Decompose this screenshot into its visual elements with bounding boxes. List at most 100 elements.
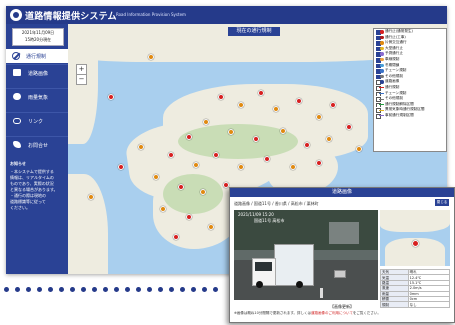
legend-label: 通行規制解除区間 xyxy=(385,101,414,106)
map-legend: 通行止(通常発生) 通行止(工事) 片側交互通行 大型通行止 予測通行止 車線規制 冬期閉鎖… xyxy=(373,28,447,152)
popup-footnote: ※画像は概ね10分間隔で更新されます。詳しくは道路画像のご利用についてをご覧くだ… xyxy=(234,311,450,316)
map-marker[interactable] xyxy=(138,144,144,150)
legend-line-swatch xyxy=(379,104,384,106)
divider-dot xyxy=(147,287,152,292)
sidebar-item-contact[interactable]: お問合せ xyxy=(6,136,68,153)
divider-dot xyxy=(4,287,9,292)
divider-dot xyxy=(180,287,185,292)
camera-marker[interactable] xyxy=(412,240,419,247)
divider-dot xyxy=(202,287,207,292)
logo-icon xyxy=(10,9,22,21)
legend-item[interactable]: 事前通行規制区間 xyxy=(374,113,446,119)
map-marker[interactable] xyxy=(258,90,264,96)
weather-icon xyxy=(13,93,21,100)
map-marker[interactable] xyxy=(186,214,192,220)
date-line-2: 15時20分現在 xyxy=(24,37,52,42)
lane-marking xyxy=(320,288,323,298)
map-marker[interactable] xyxy=(316,160,322,166)
legend-label: その他規制 xyxy=(385,96,403,101)
road-image-icon xyxy=(13,69,21,76)
notice-line: ください。 xyxy=(10,205,30,210)
legend-line-swatch xyxy=(379,109,384,111)
map-marker[interactable] xyxy=(228,129,234,135)
truck-cargo xyxy=(274,244,314,286)
weather-data-table: 天気 晴れ 気温 12.4℃ 路温 15.1℃ 風速 2.0m/s 雨量 0mm 積雪 0c… xyxy=(380,268,451,308)
divider-dot xyxy=(125,287,130,292)
legend-label: 予測通行止 xyxy=(385,51,403,56)
map-marker[interactable] xyxy=(356,146,362,152)
map-marker[interactable] xyxy=(153,174,159,180)
map-marker[interactable] xyxy=(238,102,244,108)
sidebar-item-weather[interactable]: 雨量気象 xyxy=(6,88,68,105)
legend-marker-swatch xyxy=(380,30,384,34)
map-marker[interactable] xyxy=(326,136,332,142)
map-marker[interactable] xyxy=(264,156,270,162)
footnote-text: をご覧ください。 xyxy=(352,311,381,315)
map-marker[interactable] xyxy=(118,164,124,170)
map-marker[interactable] xyxy=(316,114,322,120)
legend-marker-swatch xyxy=(380,46,384,51)
legend-label: チェーン規制 xyxy=(385,90,407,95)
map-marker[interactable] xyxy=(296,98,302,104)
map-marker[interactable] xyxy=(208,224,214,230)
camera-image: 2021/11/09 15:20 国道11号 高松市 xyxy=(234,210,378,300)
sidebar-item-road-image[interactable]: 道路画像 xyxy=(6,64,68,81)
legend-label: チェーン規制 xyxy=(385,68,407,73)
map-marker[interactable] xyxy=(178,184,184,190)
image-caption: 【画像更新】 xyxy=(330,304,354,309)
divider-dot xyxy=(191,287,196,292)
camera-location: 国道11号 高松市 xyxy=(254,218,285,223)
building xyxy=(329,222,359,244)
map-marker[interactable] xyxy=(88,194,94,200)
truck-wheel xyxy=(256,281,263,288)
sidebar-item-label: 雨量気象 xyxy=(28,95,49,101)
divider-dot xyxy=(136,287,141,292)
legend-label: 通行規制 xyxy=(385,84,400,89)
legend-line-swatch xyxy=(379,98,384,100)
map-marker[interactable] xyxy=(218,94,224,100)
close-button[interactable]: 閉じる xyxy=(435,199,449,206)
divider-dot xyxy=(48,287,53,292)
popup-title: 道路画像 xyxy=(230,188,454,197)
map-marker[interactable] xyxy=(213,152,219,158)
map-marker[interactable] xyxy=(346,124,352,130)
zoom-out-button[interactable]: − xyxy=(76,74,87,85)
map-marker[interactable] xyxy=(330,102,336,108)
map-marker[interactable] xyxy=(203,119,209,125)
map-marker[interactable] xyxy=(238,164,244,170)
popup-minimap[interactable] xyxy=(380,210,450,266)
map-marker[interactable] xyxy=(304,142,310,148)
map-marker[interactable] xyxy=(273,106,279,112)
sidebar-item-label: リンク xyxy=(28,119,44,125)
app-header: 道路情報提供システム Road Information Provision Sy… xyxy=(6,6,447,24)
map-marker[interactable] xyxy=(168,152,174,158)
map-marker[interactable] xyxy=(253,136,259,142)
map-marker[interactable] xyxy=(148,54,154,60)
footnote-link[interactable]: 道路画像のご利用について xyxy=(311,311,353,315)
divider-dot xyxy=(81,287,86,292)
legend-marker-swatch xyxy=(380,63,384,68)
map-marker[interactable] xyxy=(186,134,192,140)
divider-dot xyxy=(103,287,108,292)
legend-label: 通行止(工事) xyxy=(385,34,406,39)
map-marker[interactable] xyxy=(108,94,114,100)
map-marker[interactable] xyxy=(290,164,296,170)
map-marker[interactable] xyxy=(173,234,179,240)
legend-marker-swatch xyxy=(380,35,384,40)
road-image-popup: 道路画像 道路画像 / 国道11号 / 香川県 / 高松市 / 栗林町 閉じる … xyxy=(229,187,455,323)
sidebar-item-traffic-restriction[interactable]: 通行規制 xyxy=(6,49,68,63)
sidebar: 2021年11月09日 15時20分現在 通行規制 道路画像 雨量気象 リンク … xyxy=(6,24,68,274)
divider-dot xyxy=(213,287,218,292)
date-line-1: 2021年11月09日 xyxy=(21,30,55,35)
legend-marker-swatch xyxy=(380,80,384,84)
map-marker[interactable] xyxy=(160,206,166,212)
sidebar-item-link[interactable]: リンク xyxy=(6,112,68,129)
app-title: 道路情報提供システム xyxy=(25,12,117,22)
map-marker[interactable] xyxy=(200,189,206,195)
prohibit-icon xyxy=(12,52,20,60)
link-icon xyxy=(13,118,21,124)
map-marker[interactable] xyxy=(193,162,199,168)
divider-dot xyxy=(15,287,20,292)
legend-label: 通行止(通常発生) xyxy=(385,29,413,33)
map-marker[interactable] xyxy=(280,128,286,134)
